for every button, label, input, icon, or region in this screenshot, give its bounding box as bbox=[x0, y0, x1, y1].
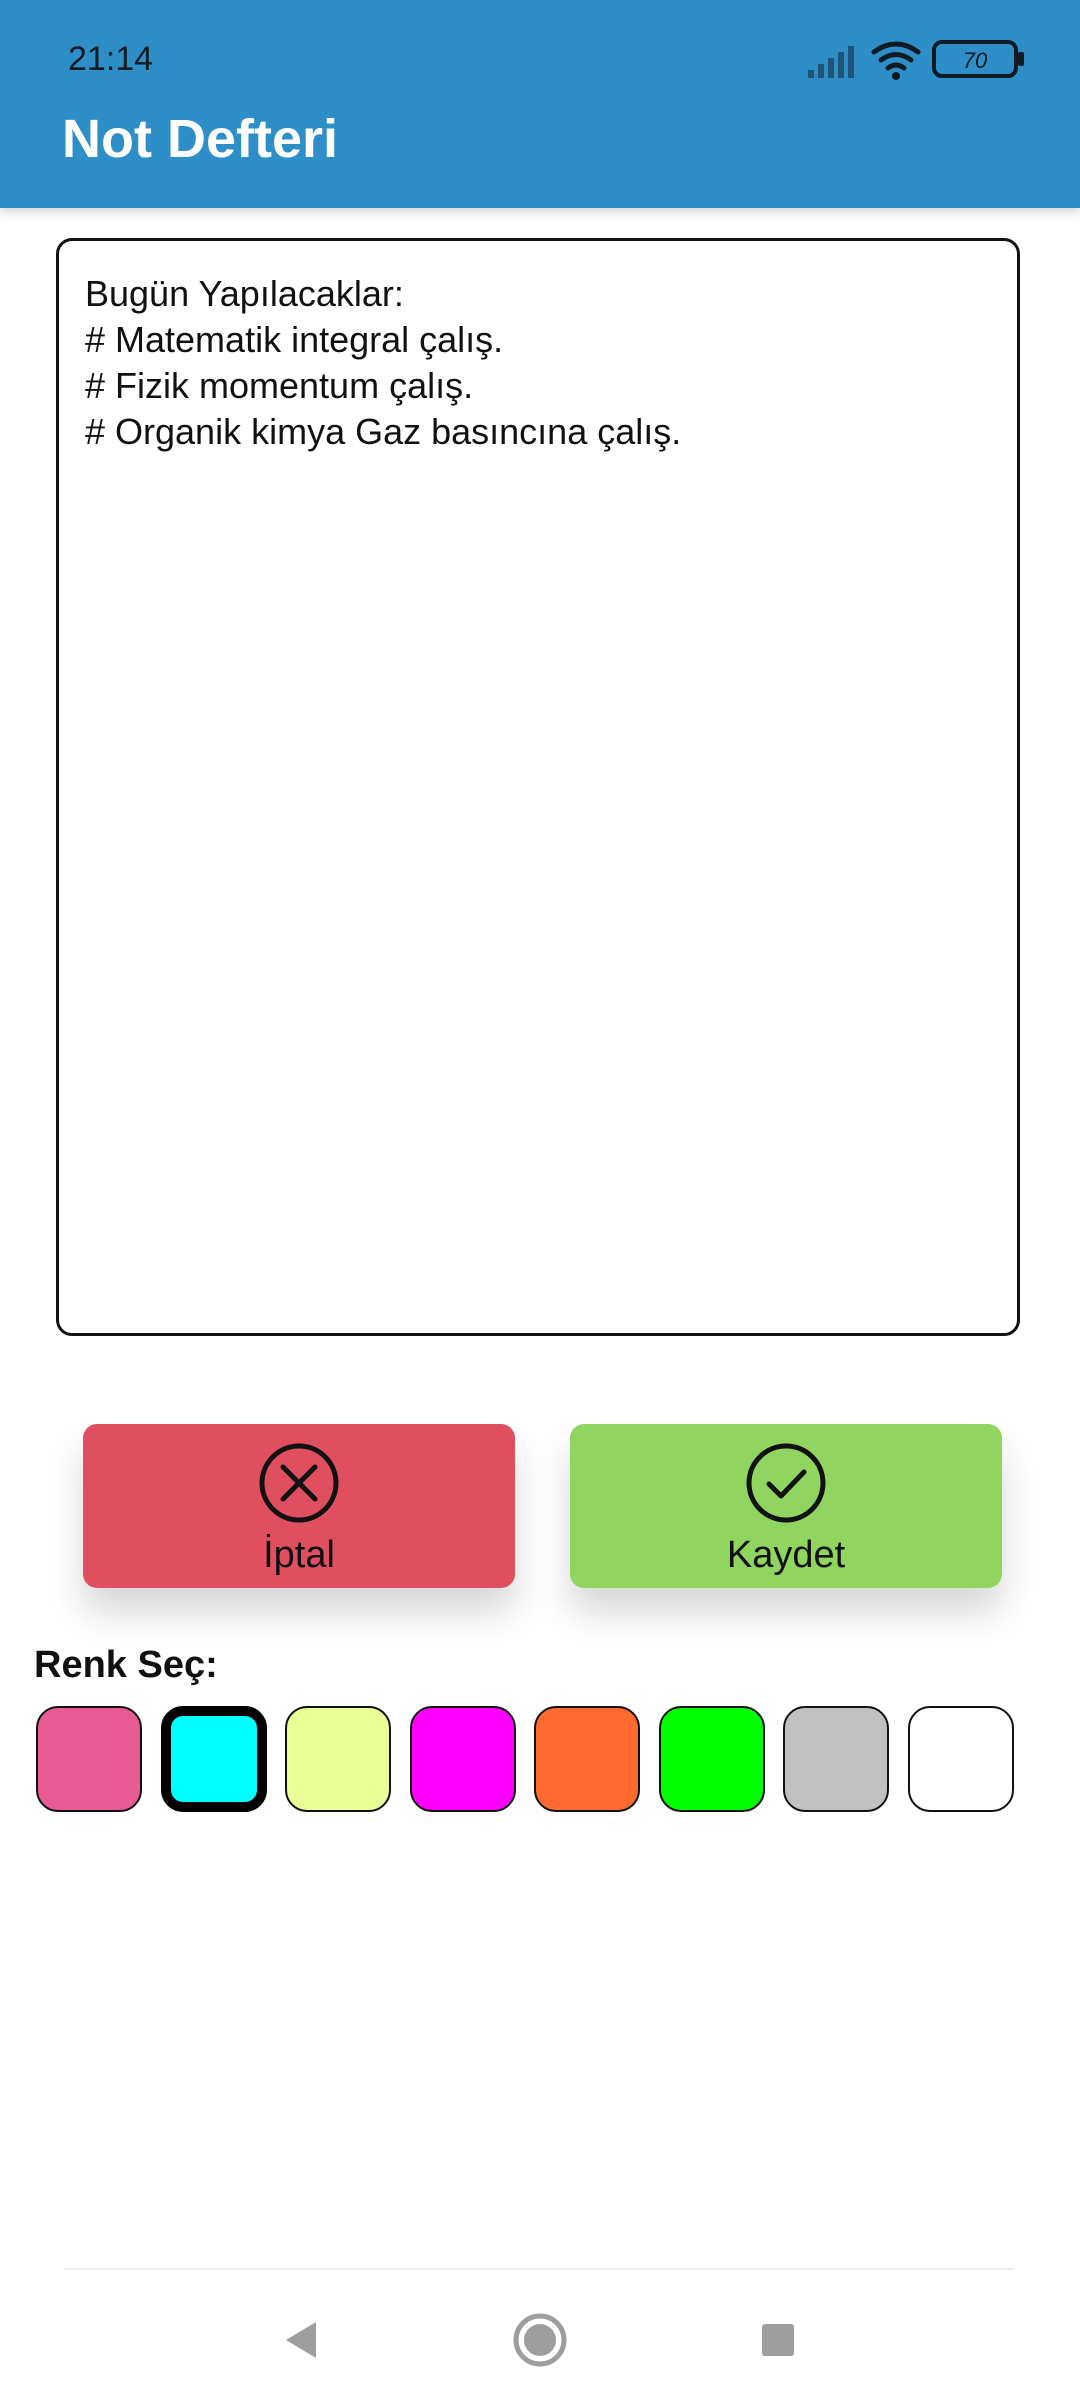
color-picker-title: Renk Seç: bbox=[34, 1644, 218, 1686]
app-bar: 21:14 70 Not Defteri bbox=[0, 0, 1080, 208]
cancel-button-label: İptal bbox=[263, 1534, 335, 1576]
app-title: Not Defteri bbox=[62, 109, 339, 169]
color-swatch-7[interactable] bbox=[783, 1706, 889, 1812]
nav-divider bbox=[64, 2268, 1014, 2270]
back-triangle-icon[interactable] bbox=[262, 2300, 342, 2380]
color-swatch-4[interactable] bbox=[410, 1706, 516, 1812]
battery-icon: 70 bbox=[932, 40, 1024, 78]
color-swatch-row bbox=[36, 1706, 1056, 1816]
home-circle-icon[interactable] bbox=[500, 2300, 580, 2380]
status-icons: 70 bbox=[808, 40, 1024, 80]
color-swatch-5[interactable] bbox=[534, 1706, 640, 1812]
signal-icon bbox=[808, 46, 854, 78]
color-swatch-6[interactable] bbox=[659, 1706, 765, 1812]
check-circle-icon bbox=[746, 1443, 826, 1523]
color-swatch-3[interactable] bbox=[285, 1706, 391, 1812]
note-input[interactable]: Bugün Yapılacaklar: # Matematik integral… bbox=[56, 238, 1020, 1336]
color-swatch-2[interactable] bbox=[161, 1706, 267, 1812]
save-button[interactable]: Kaydet bbox=[570, 1424, 1002, 1588]
close-circle-icon bbox=[259, 1443, 339, 1523]
color-swatch-1[interactable] bbox=[36, 1706, 142, 1812]
cancel-button[interactable]: İptal bbox=[83, 1424, 515, 1588]
battery-level: 70 bbox=[963, 48, 988, 73]
wifi-icon bbox=[871, 41, 921, 71]
status-time: 21:14 bbox=[68, 40, 154, 78]
recents-square-icon[interactable] bbox=[738, 2300, 818, 2380]
color-swatch-8[interactable] bbox=[908, 1706, 1014, 1812]
note-text[interactable]: Bugün Yapılacaklar: # Matematik integral… bbox=[85, 271, 991, 455]
save-button-label: Kaydet bbox=[726, 1534, 846, 1576]
